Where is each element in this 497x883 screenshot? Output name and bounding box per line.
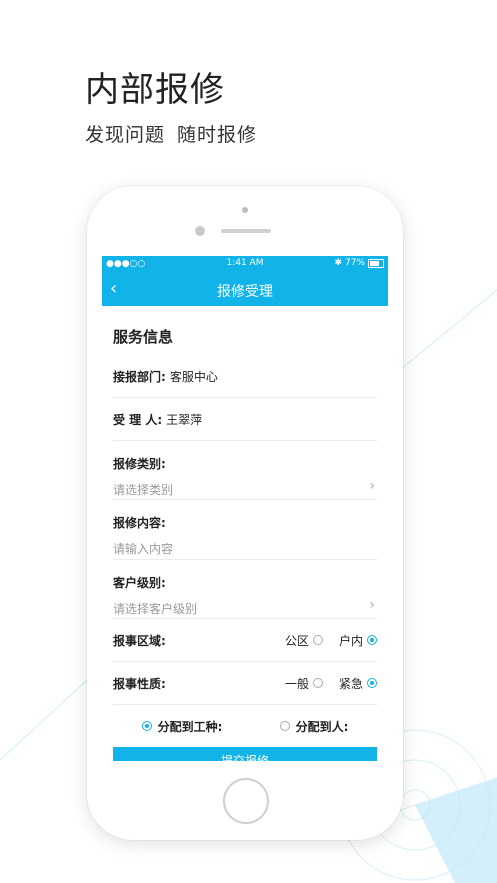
form-content: 服务信息 接报部门: 客服中心 受 理 人: 王翠萍 报修类别: 请选择类别 ›… <box>102 326 388 747</box>
camera <box>195 226 205 236</box>
nav-bar: ‹ 报修受理 <box>102 272 388 306</box>
nature-option-normal-label: 一般 <box>284 676 309 691</box>
chevron-right-icon: › <box>369 597 375 613</box>
content-input[interactable]: 请输入内容 <box>113 540 377 557</box>
status-right: ✱ 77% <box>334 258 384 268</box>
area-option-indoor-radio[interactable] <box>367 635 377 645</box>
nature-row: 报事性质: 一般 紧急 <box>113 662 377 705</box>
section-title: 服务信息 <box>113 328 174 346</box>
dept-value: 客服中心 <box>169 369 218 384</box>
receiver-row: 受 理 人: 王翠萍 <box>113 398 377 441</box>
category-row[interactable]: 报修类别: 请选择类别 › <box>113 441 377 500</box>
promo-subtitle-2: 随时报修 <box>177 124 258 146</box>
front-sensor <box>242 207 248 213</box>
area-option-public-radio[interactable] <box>312 635 323 645</box>
level-row[interactable]: 客户级别: 请选择客户级别 › <box>113 560 377 619</box>
area-radio-group: 公区 户内 <box>285 619 377 661</box>
nature-option-urgent-radio[interactable] <box>367 678 377 688</box>
promo-subtitle-1: 发现问题 <box>85 124 166 146</box>
submit-button[interactable]: 提交报修 <box>113 747 377 761</box>
status-bar: ●●●○○ 1:41 AM ✱ 77% <box>102 256 388 272</box>
battery-icon <box>368 258 384 268</box>
dept-row: 接报部门: 客服中心 <box>113 355 377 398</box>
area-row: 报事区域: 公区 户内 <box>113 619 377 662</box>
nav-title: 报修受理 <box>217 284 273 300</box>
assign-trade-radio[interactable] <box>141 721 152 731</box>
receiver-value: 王翠萍 <box>166 412 203 427</box>
level-select[interactable]: 请选择客户级别 <box>113 600 377 617</box>
content-label: 报修内容: <box>113 516 166 530</box>
battery-percent: 77% <box>344 258 365 268</box>
nature-option-normal-radio[interactable] <box>312 678 323 688</box>
earpiece <box>221 229 271 233</box>
nature-radio-group: 一般 紧急 <box>285 662 377 704</box>
bluetooth-icon: ✱ <box>334 258 342 268</box>
area-option-indoor-label: 户内 <box>338 633 363 648</box>
area-option-public-label: 公区 <box>284 633 309 648</box>
chevron-right-icon: › <box>369 478 375 494</box>
phone-frame: ●●●○○ 1:41 AM ✱ 77% ‹ 报修受理 服务信息 接报部门: 客服… <box>87 186 403 840</box>
assign-person-label: 分配到人: <box>295 719 349 734</box>
dept-label: 接报部门: <box>113 369 166 384</box>
nature-label: 报事性质: <box>113 676 166 691</box>
assign-person-radio[interactable] <box>279 721 290 731</box>
promo-subtitle: 发现问题 随时报修 <box>85 120 257 147</box>
category-label: 报修类别: <box>113 457 166 471</box>
assign-trade-label: 分配到工种: <box>157 719 223 734</box>
level-label: 客户级别: <box>113 576 166 590</box>
promo-headline: 内部报修 <box>85 70 225 110</box>
assign-row: 分配到工种: 分配到人: <box>113 705 377 747</box>
content-row[interactable]: 报修内容: 请输入内容 <box>113 500 377 560</box>
assign-option-person[interactable]: 分配到人: <box>279 718 349 735</box>
category-select[interactable]: 请选择类别 <box>113 481 377 498</box>
app-screen: ●●●○○ 1:41 AM ✱ 77% ‹ 报修受理 服务信息 接报部门: 客服… <box>102 256 388 761</box>
receiver-label: 受 理 人: <box>113 412 163 427</box>
nature-option-urgent-label: 紧急 <box>338 676 363 691</box>
area-label: 报事区域: <box>113 633 166 648</box>
home-button[interactable] <box>223 778 269 824</box>
assign-option-trade[interactable]: 分配到工种: <box>141 718 223 735</box>
